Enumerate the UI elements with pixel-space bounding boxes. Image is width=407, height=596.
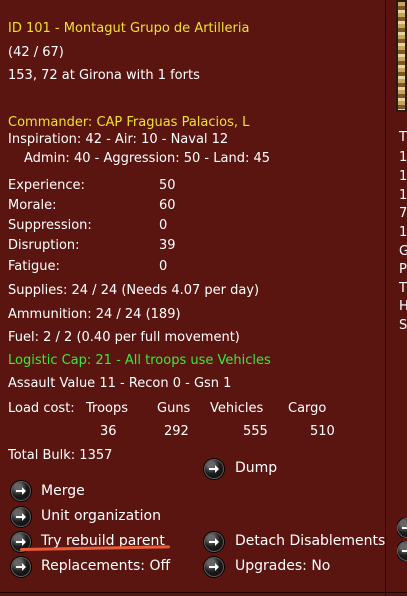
replacements-label[interactable]: Replacements: Off [41,559,170,573]
load-header-troops: Troops [86,401,129,416]
logistic-cap-text: Logistic Cap: 21 - All troops use Vehicl… [8,353,271,368]
right-panel-letter: T [399,130,407,145]
arrow-right-icon [16,487,26,495]
merge-label[interactable]: Merge [41,484,85,498]
load-value-cargo: 510 [310,424,335,439]
arrow-right-icon [209,563,219,571]
load-value-vehicles: 555 [243,424,268,439]
upgrades-button[interactable] [204,557,224,577]
stat-morale-value: 60 [159,198,176,213]
commander-title: Commander: CAP Fraguas Palacios, L [8,115,250,130]
load-header-guns: Guns [157,401,191,416]
right-panel-letter: P [399,262,407,277]
stat-suppression-label: Suppression: [8,218,92,233]
total-bulk-text: Total Bulk: 1357 [8,448,113,463]
arrow-right-icon [397,518,407,538]
stat-disruption-label: Disruption: [8,238,80,253]
load-value-troops: 36 [100,424,117,439]
arrow-right-icon [16,538,26,546]
right-panel-letter: T [399,281,407,296]
unit-detail-panel: ID 101 - Montagut Grupo de Artilleria (4… [0,0,386,596]
right-panel-letter: 1 [399,188,407,203]
arrow-right-icon [209,538,219,546]
unit-organization-label[interactable]: Unit organization [41,509,161,523]
upgrades-label[interactable]: Upgrades: No [235,559,330,573]
ammunition-text: Ammunition: 24 / 24 (189) [8,307,181,322]
merge-button[interactable] [11,481,31,501]
partial-right-button-lower[interactable] [397,541,407,561]
arrow-right-icon [16,563,26,571]
unit-title: ID 101 - Montagut Grupo de Artilleria [8,21,250,36]
stat-fatigue-label: Fatigue: [8,259,60,274]
stat-experience-label: Experience: [8,178,85,193]
right-panel-letter: 1 [399,225,407,240]
detach-disablements-button[interactable] [204,532,224,552]
unit-organization-button[interactable] [11,507,31,527]
stat-fatigue-value: 0 [159,259,168,274]
load-value-guns: 292 [164,424,189,439]
right-panel-letter: 7 [399,206,407,221]
right-panel-letter: 1 [399,169,407,184]
fuel-text: Fuel: 2 / 2 (0.40 per full movement) [8,330,240,345]
right-panel-letter: S [399,318,407,333]
detach-disablements-label[interactable]: Detach Disablements [235,534,385,548]
right-panel-letter: 1 [399,150,407,165]
dump-button[interactable] [204,459,224,479]
commander-ratings-line-1: Inspiration: 42 - Air: 10 - Naval 12 [8,132,229,147]
stat-suppression-value: 0 [159,218,168,233]
load-cost-label: Load cost: [8,401,75,416]
load-header-cargo: Cargo [288,401,327,416]
dump-label[interactable]: Dump [235,461,277,475]
stat-experience-value: 50 [159,178,176,193]
partial-right-button-upper[interactable] [397,518,407,538]
replacements-button[interactable] [11,557,31,577]
right-panel-letter: G [399,244,407,259]
unit-count: (42 / 67) [8,45,64,60]
supplies-text: Supplies: 24 / 24 (Needs 4.07 per day) [8,283,260,298]
commander-ratings-line-2: Admin: 40 - Aggression: 50 - Land: 45 [24,151,271,166]
stat-morale-label: Morale: [8,198,57,213]
unit-location: 153, 72 at Girona with 1 forts [8,68,200,83]
load-header-vehicles: Vehicles [210,401,264,416]
portrait-image [396,0,407,112]
right-panel-letter: H [399,299,407,314]
stat-disruption-value: 39 [159,238,176,253]
assault-value-text: Assault Value 11 - Recon 0 - Gsn 1 [8,376,232,391]
arrow-right-icon [397,541,407,561]
arrow-right-icon [209,465,219,473]
bottom-divider [0,592,407,593]
arrow-right-icon [16,513,26,521]
